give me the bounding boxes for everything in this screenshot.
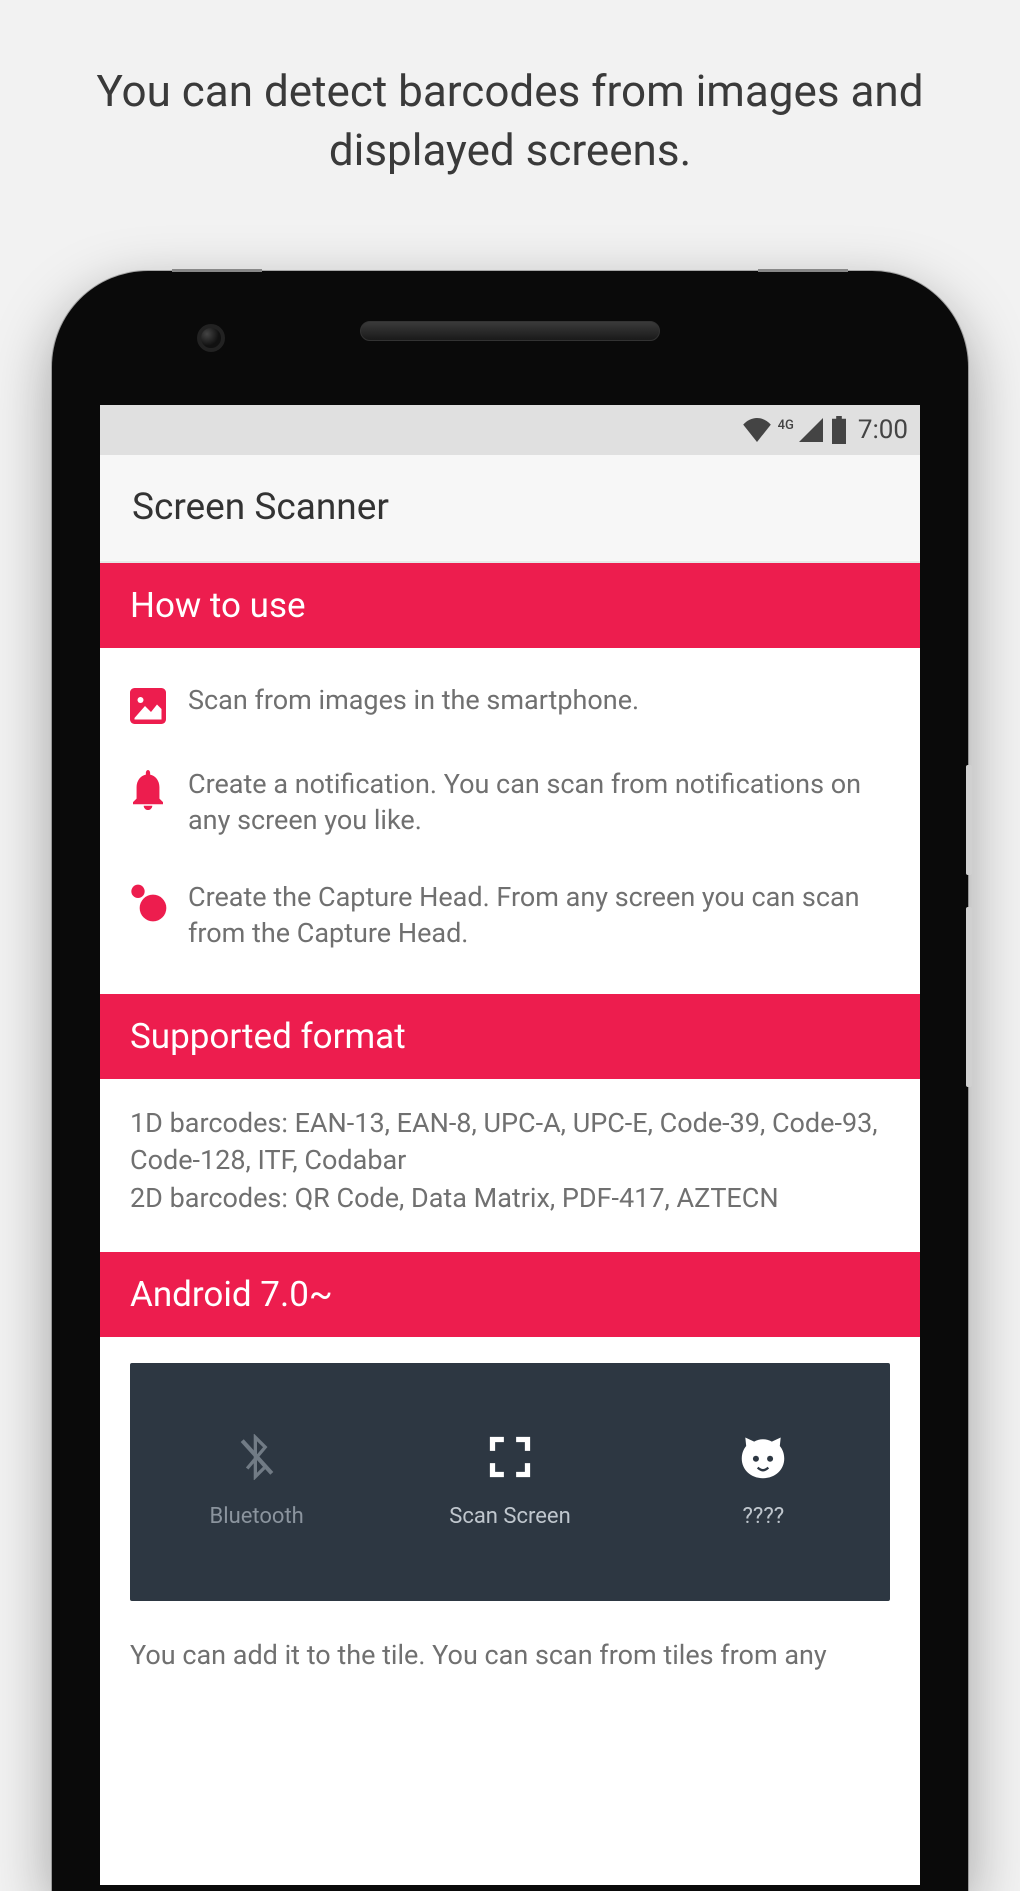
device-screen: 4G 7:00 Screen Scanner How to use [100, 405, 920, 1885]
battery-icon [830, 416, 848, 444]
tile-label: ???? [743, 1504, 785, 1529]
section-header-supported-format: Supported format [100, 994, 920, 1079]
formats-1d: 1D barcodes: EAN-13, EAN-8, UPC-A, UPC-E… [130, 1105, 890, 1181]
tile-label: Bluetooth [210, 1504, 304, 1529]
status-bar: 4G 7:00 [100, 405, 920, 455]
power-button [966, 765, 972, 875]
bluetooth-off-icon [236, 1434, 278, 1480]
status-clock: 7:00 [858, 415, 908, 445]
antenna-line [172, 269, 262, 272]
list-item-text: Scan from images in the smartphone. [188, 682, 639, 718]
camera-dot [197, 324, 225, 352]
antenna-line [758, 269, 848, 272]
list-item-text: Create the Capture Head. From any screen… [188, 879, 892, 952]
list-item[interactable]: Create a notification. You can scan from… [110, 746, 910, 859]
section-header-android: Android 7.0~ [100, 1252, 920, 1337]
app-bar: Screen Scanner [100, 455, 920, 563]
formats-2d: 2D barcodes: QR Code, Data Matrix, PDF-4… [130, 1180, 890, 1218]
bell-icon [128, 770, 168, 810]
list-item[interactable]: Scan from images in the smartphone. [110, 662, 910, 746]
network-type-label: 4G [778, 418, 794, 433]
tile-label: Scan Screen [449, 1504, 570, 1529]
image-icon [128, 686, 168, 726]
tile-scan-screen[interactable]: Scan Screen [383, 1363, 636, 1601]
supported-format-body: 1D barcodes: EAN-13, EAN-8, UPC-A, UPC-E… [100, 1079, 920, 1252]
promo-headline: You can detect barcodes from images and … [0, 0, 1020, 181]
volume-button [966, 907, 972, 1087]
tile-unknown[interactable]: ???? [637, 1363, 890, 1601]
list-item-text: Create a notification. You can scan from… [188, 766, 892, 839]
scan-icon [489, 1434, 531, 1480]
list-item[interactable]: Create the Capture Head. From any screen… [110, 859, 910, 972]
app-title: Screen Scanner [132, 486, 389, 529]
how-to-use-list: Scan from images in the smartphone. Crea… [100, 648, 920, 994]
tile-bluetooth[interactable]: Bluetooth [130, 1363, 383, 1601]
phone-mockup: 4G 7:00 Screen Scanner How to use [52, 271, 968, 1891]
speaker-grille [360, 321, 660, 341]
cell-signal-icon [798, 418, 824, 442]
cat-icon [740, 1434, 786, 1480]
quick-settings-tiles: Bluetooth Scan Screen ???? [130, 1363, 890, 1601]
android-description: You can add it to the tile. You can scan… [100, 1601, 920, 1675]
bubbles-icon [128, 883, 168, 923]
section-header-how-to-use: How to use [100, 563, 920, 648]
wifi-icon [742, 418, 772, 442]
